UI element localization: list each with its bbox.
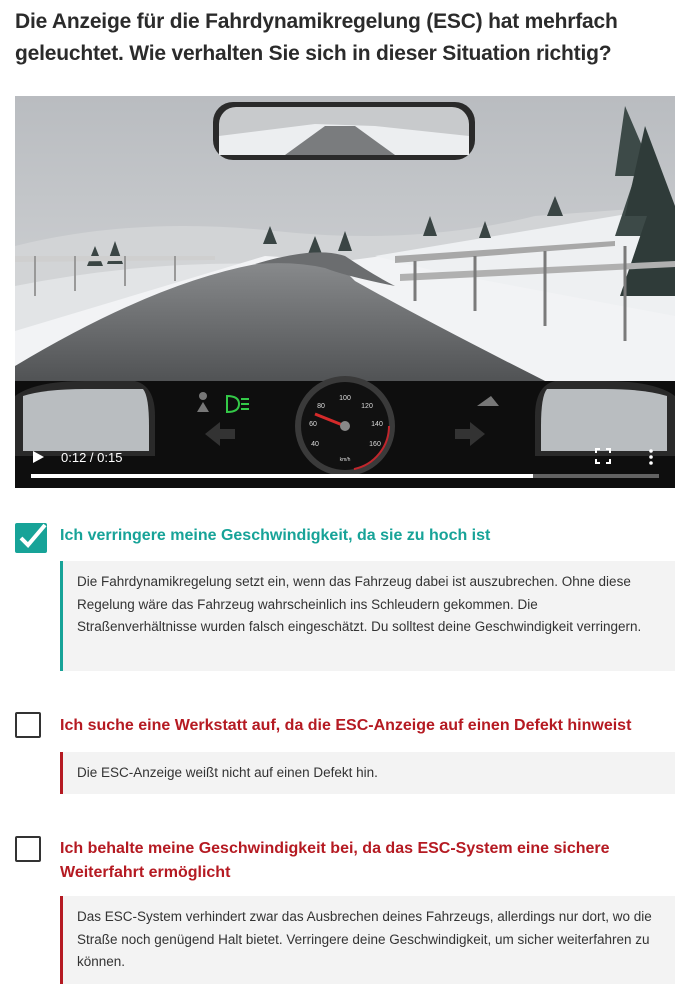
video-player[interactable]: 40 60 80 100 120 140 160 km/h 0:12 / 0:1… — [15, 96, 675, 488]
checkmark-icon — [19, 523, 47, 548]
answer-checkbox[interactable] — [15, 712, 41, 738]
play-icon[interactable] — [29, 448, 47, 466]
video-controls: 0:12 / 0:15 — [15, 418, 675, 488]
video-progress-fill — [31, 474, 534, 478]
answer-checkbox[interactable] — [15, 836, 41, 862]
speedometer-tick: 120 — [361, 403, 373, 410]
answer-explanation: Das ESC-System verhindert zwar das Ausbr… — [60, 896, 675, 984]
answer-explanation: Die ESC-Anzeige weißt nicht auf einen De… — [60, 752, 675, 794]
question-title: Die Anzeige für die Fahrdynamikregelung … — [15, 10, 618, 65]
answer-label[interactable]: Ich suche eine Werkstatt auf, da die ESC… — [60, 714, 631, 738]
answer-explanation: Die Fahrdynamikregelung setzt ein, wenn … — [60, 561, 675, 671]
video-progress-bar[interactable] — [31, 474, 659, 478]
more-vert-icon[interactable] — [647, 448, 655, 466]
answer-label[interactable]: Ich behalte meine Geschwindigkeit bei, d… — [60, 837, 650, 885]
video-time: 0:12 / 0:15 — [61, 450, 123, 465]
speedometer-tick: 80 — [317, 403, 325, 410]
answer-checkbox[interactable] — [15, 523, 47, 553]
answer-label[interactable]: Ich verringere meine Geschwindigkeit, da… — [60, 524, 490, 548]
fullscreen-icon[interactable] — [595, 448, 611, 464]
speedometer-tick: 100 — [339, 395, 351, 402]
